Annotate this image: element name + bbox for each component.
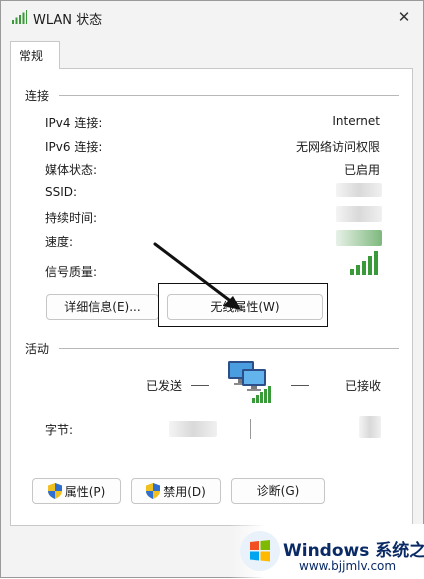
section-connection-label: 连接 bbox=[25, 89, 50, 103]
tab-general[interactable]: 常规 bbox=[10, 41, 60, 69]
bytes-received-redacted bbox=[359, 416, 381, 438]
bytes-sent-redacted bbox=[169, 421, 217, 437]
bytes-label: 字节: bbox=[45, 423, 74, 437]
close-icon: ✕ bbox=[397, 8, 411, 26]
title-bar: WLAN 状态 ✕ bbox=[1, 1, 423, 35]
windows-logo-icon bbox=[240, 531, 280, 571]
bytes-separator bbox=[250, 419, 251, 439]
diagnose-button[interactable]: 诊断(G) bbox=[231, 478, 325, 504]
duration-value-redacted bbox=[336, 206, 382, 222]
ipv6-label: IPv6 连接: bbox=[45, 140, 103, 154]
received-label: 已接收 bbox=[345, 379, 382, 393]
properties-button[interactable]: 属性(P) bbox=[32, 478, 121, 504]
wlan-status-dialog: WLAN 状态 ✕ 常规 连接 IPv4 连接: Internet IPv6 连… bbox=[0, 0, 424, 579]
watermark-url: www.bjjmlv.com bbox=[299, 559, 397, 573]
duration-label: 持续时间: bbox=[45, 211, 98, 225]
media-state-label: 媒体状态: bbox=[45, 163, 98, 177]
speed-label: 速度: bbox=[45, 235, 74, 249]
section-activity-divider bbox=[59, 348, 399, 349]
signal-quality-label: 信号质量: bbox=[45, 265, 98, 279]
uac-shield-icon bbox=[146, 483, 161, 499]
section-connection-divider bbox=[59, 95, 399, 96]
sent-dash bbox=[191, 385, 209, 386]
pointer-arrow-annotation bbox=[153, 242, 241, 310]
ssid-label: SSID: bbox=[45, 185, 78, 199]
ipv4-value: Internet bbox=[332, 114, 380, 128]
ipv6-value: 无网络访问权限 bbox=[295, 140, 380, 154]
site-watermark: Windows 系统之家 www.bjjmlv.com bbox=[229, 524, 424, 579]
ipv4-label: IPv4 连接: bbox=[45, 116, 103, 130]
disable-button-label: 禁用(D) bbox=[163, 484, 206, 499]
disable-button[interactable]: 禁用(D) bbox=[131, 478, 221, 504]
close-button[interactable]: ✕ bbox=[391, 5, 417, 29]
speed-value-redacted bbox=[336, 230, 382, 246]
received-dash bbox=[291, 385, 309, 386]
wifi-signal-icon bbox=[12, 10, 27, 24]
sent-label: 已发送 bbox=[146, 379, 183, 393]
watermark-title: Windows 系统之家 bbox=[283, 541, 424, 561]
properties-button-label: 属性(P) bbox=[64, 484, 106, 499]
network-computers-icon bbox=[228, 361, 271, 403]
ssid-value-redacted bbox=[336, 183, 382, 197]
media-state-value: 已启用 bbox=[343, 163, 380, 177]
tab-general-label: 常规 bbox=[19, 49, 44, 63]
window-title: WLAN 状态 bbox=[33, 13, 103, 28]
uac-shield-icon bbox=[47, 483, 62, 499]
section-activity-label: 活动 bbox=[25, 342, 50, 356]
signal-quality-bars-icon bbox=[350, 251, 378, 275]
